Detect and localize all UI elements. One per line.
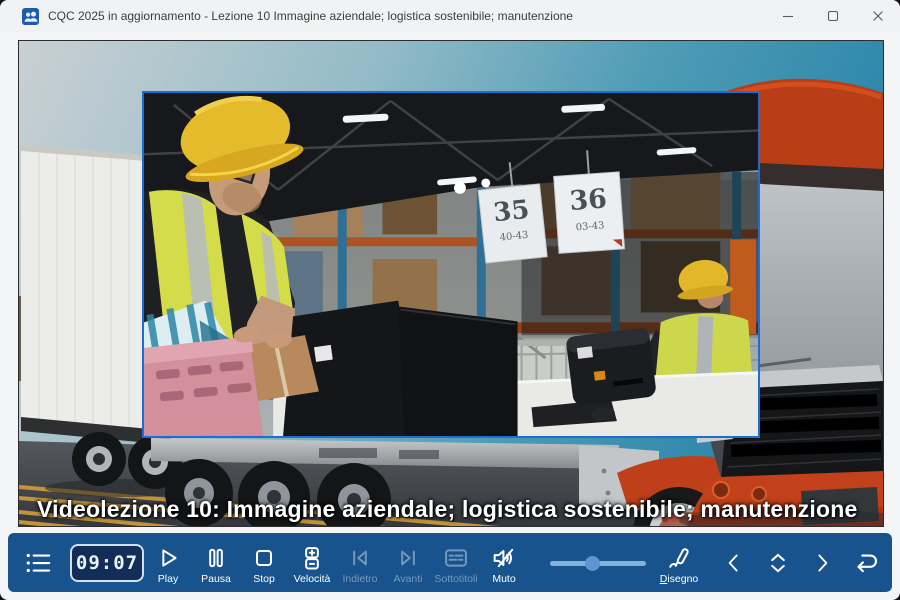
draw-label: Disegno <box>660 573 699 585</box>
skip-back-icon <box>346 544 374 572</box>
return-button[interactable] <box>848 533 884 592</box>
bullet-list-icon <box>23 548 53 578</box>
return-arrow-icon <box>851 548 881 578</box>
nav-right-button[interactable] <box>804 533 840 592</box>
window-titlebar: CQC 2025 in aggiornamento - Lezione 10 I… <box>0 0 900 32</box>
stop-icon <box>250 544 278 572</box>
pause-label: Pausa <box>201 573 231 585</box>
mute-label: Muto <box>492 573 515 585</box>
player-toolbar: 09:07 Play Pausa Stop Velocità <box>8 533 892 592</box>
previous-label: Indietro <box>342 573 377 585</box>
stop-label: Stop <box>253 573 275 585</box>
next-button[interactable]: Avanti <box>384 533 432 592</box>
speaker-muted-icon <box>490 544 518 572</box>
chevron-up-down-icon <box>764 549 792 577</box>
inner-video-scene: 35 40-43 36 03-43 <box>144 93 758 436</box>
stop-button[interactable]: Stop <box>240 533 288 592</box>
subtitles-label: Sottotitoli <box>434 573 477 585</box>
draw-button[interactable]: Disegno <box>650 533 708 592</box>
play-icon <box>154 544 182 572</box>
app-window: CQC 2025 in aggiornamento - Lezione 10 I… <box>0 0 900 600</box>
ink-pen-icon <box>665 544 693 572</box>
speed-label: Velocità <box>294 573 331 585</box>
skip-forward-icon <box>394 544 422 572</box>
chevron-left-icon <box>721 550 747 576</box>
video-surface[interactable]: 35 40-43 36 03-43 <box>18 40 884 527</box>
window-title: CQC 2025 in aggiornamento - Lezione 10 I… <box>48 9 573 23</box>
placard-36-range: 03-43 <box>575 220 604 233</box>
chevron-right-icon <box>809 550 835 576</box>
placard-36: 36 <box>569 183 608 216</box>
inner-video-frame[interactable]: 35 40-43 36 03-43 <box>142 91 760 438</box>
timer-display: 09:07 <box>70 544 144 582</box>
nav-left-button[interactable] <box>716 533 752 592</box>
label-printer <box>566 327 657 406</box>
subtitles-button[interactable]: Sottotitoli <box>432 533 480 592</box>
next-label: Avanti <box>394 573 423 585</box>
pause-icon <box>202 544 230 572</box>
window-controls <box>765 0 900 32</box>
close-button[interactable] <box>855 0 900 32</box>
speed-plus-minus-icon <box>298 544 326 572</box>
speed-button[interactable]: Velocità <box>288 533 336 592</box>
maximize-button[interactable] <box>810 0 855 32</box>
nav-scroll-button[interactable] <box>760 533 796 592</box>
placard-35: 35 <box>492 195 531 228</box>
minimize-button[interactable] <box>765 0 810 32</box>
video-caption: Videolezione 10: Immagine aziendale; log… <box>37 496 857 523</box>
previous-button[interactable]: Indietro <box>336 533 384 592</box>
playlist-button[interactable] <box>16 533 60 592</box>
pink-crate <box>144 336 263 436</box>
pause-button[interactable]: Pausa <box>192 533 240 592</box>
volume-slider[interactable] <box>550 553 646 573</box>
subtitles-icon <box>442 544 470 572</box>
play-button[interactable]: Play <box>144 533 192 592</box>
people-icon <box>22 8 39 25</box>
mute-button[interactable]: Muto <box>480 533 528 592</box>
play-label: Play <box>158 573 178 585</box>
volume-thumb[interactable] <box>585 556 600 571</box>
